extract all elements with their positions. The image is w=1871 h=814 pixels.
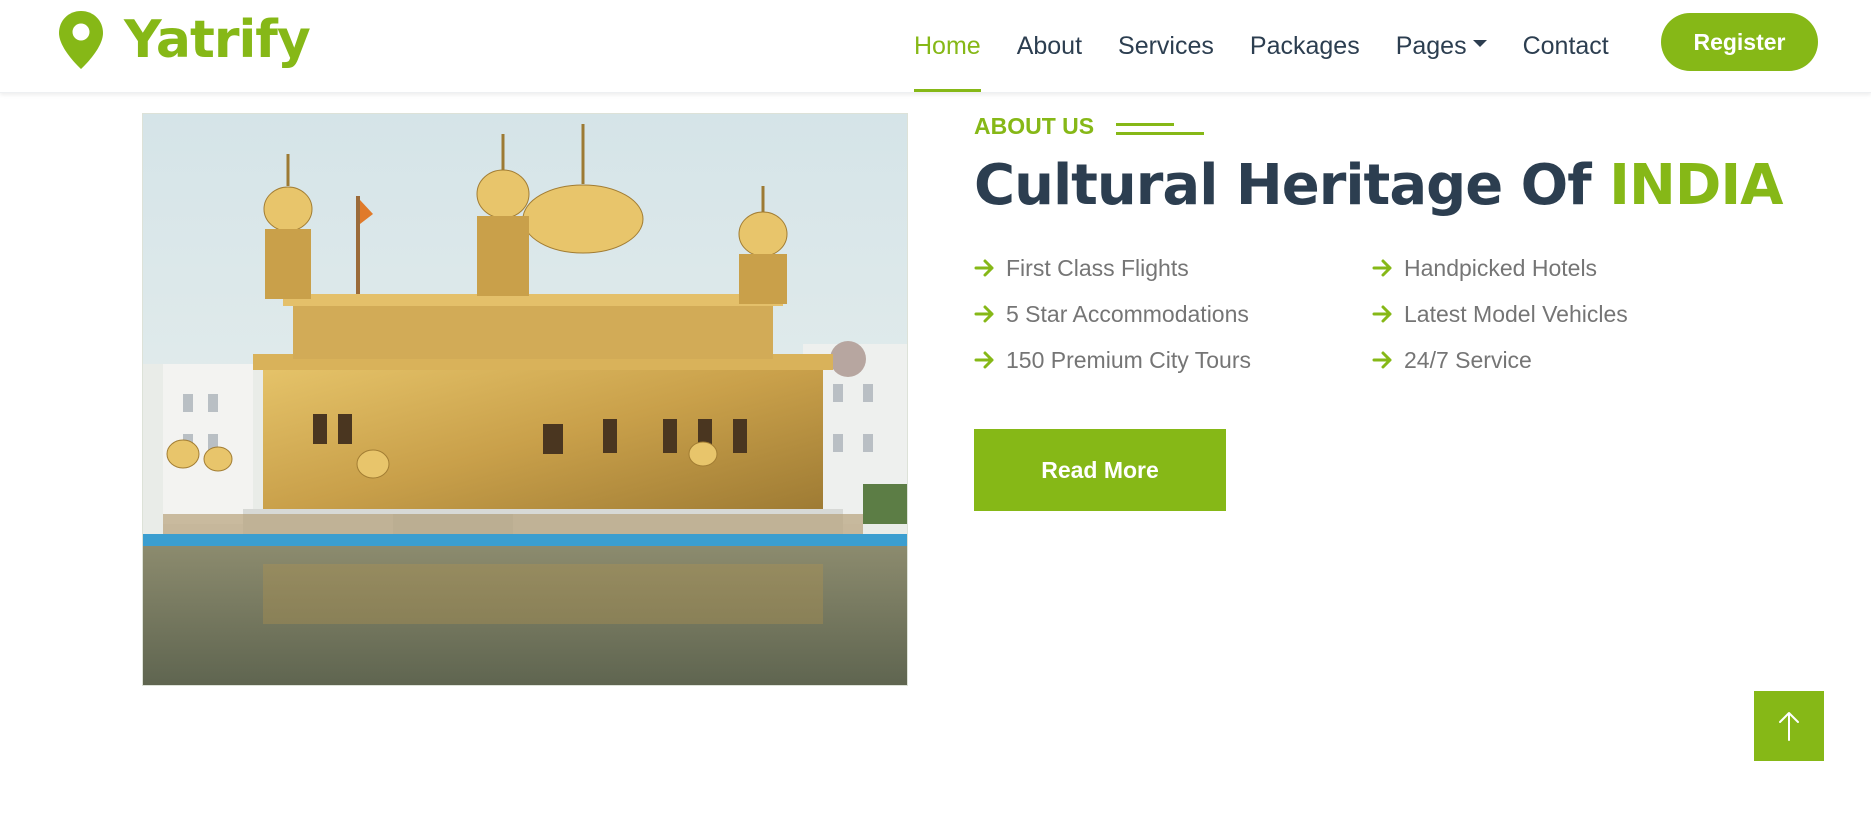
brand-logo[interactable]: Yatrify xyxy=(58,10,311,70)
section-heading: Cultural Heritage Of INDIA xyxy=(974,150,1784,223)
temple-illustration xyxy=(143,114,907,685)
nav-pages-label: Pages xyxy=(1395,31,1467,60)
nav-packages[interactable]: Packages xyxy=(1250,0,1360,92)
map-pin-icon xyxy=(59,11,103,69)
navbar: Yatrify Home About Services Packages Pag… xyxy=(0,0,1871,93)
golden-temple-photo xyxy=(142,113,908,686)
feature-list: First Class Flights Handpicked Hotels 5 … xyxy=(974,252,1774,376)
heading-accent: INDIA xyxy=(1609,153,1783,218)
feature-label: First Class Flights xyxy=(1006,254,1189,281)
arrow-right-icon xyxy=(1372,351,1392,369)
main-nav: Home About Services Packages Pages Conta… xyxy=(914,0,1645,92)
register-button[interactable]: Register xyxy=(1661,13,1818,71)
nav-contact[interactable]: Contact xyxy=(1523,0,1609,92)
nav-pages-dropdown[interactable]: Pages xyxy=(1396,0,1487,92)
arrow-right-icon xyxy=(1372,305,1392,323)
feature-label: 150 Premium City Tours xyxy=(1006,346,1251,373)
eyebrow-decoration xyxy=(1116,117,1206,137)
feature-item: Handpicked Hotels xyxy=(1372,252,1770,284)
arrow-right-icon xyxy=(974,351,994,369)
nav-about[interactable]: About xyxy=(1017,0,1082,92)
feature-item: First Class Flights xyxy=(974,252,1372,284)
heading-main: Cultural Heritage Of xyxy=(974,153,1610,218)
feature-item: Latest Model Vehicles xyxy=(1372,298,1770,330)
section-eyebrow: ABOUT US xyxy=(974,113,1206,140)
brand-name: Yatrify xyxy=(124,10,311,70)
arrow-up-icon xyxy=(1779,712,1799,741)
read-more-button[interactable]: Read More xyxy=(974,429,1226,511)
feature-label: Handpicked Hotels xyxy=(1404,254,1598,281)
arrow-right-icon xyxy=(974,259,994,277)
caret-down-icon xyxy=(1472,39,1487,47)
back-to-top-button[interactable] xyxy=(1754,691,1824,761)
feature-label: Latest Model Vehicles xyxy=(1404,300,1628,327)
feature-label: 5 Star Accommodations xyxy=(1006,300,1249,327)
feature-label: 24/7 Service xyxy=(1404,346,1532,373)
arrow-right-icon xyxy=(1372,259,1392,277)
feature-item: 5 Star Accommodations xyxy=(974,298,1372,330)
eyebrow-label: ABOUT US xyxy=(974,113,1095,139)
arrow-right-icon xyxy=(974,305,994,323)
feature-item: 150 Premium City Tours xyxy=(974,344,1372,376)
nav-home[interactable]: Home xyxy=(914,0,981,92)
nav-services[interactable]: Services xyxy=(1118,0,1214,92)
feature-item: 24/7 Service xyxy=(1372,344,1770,376)
